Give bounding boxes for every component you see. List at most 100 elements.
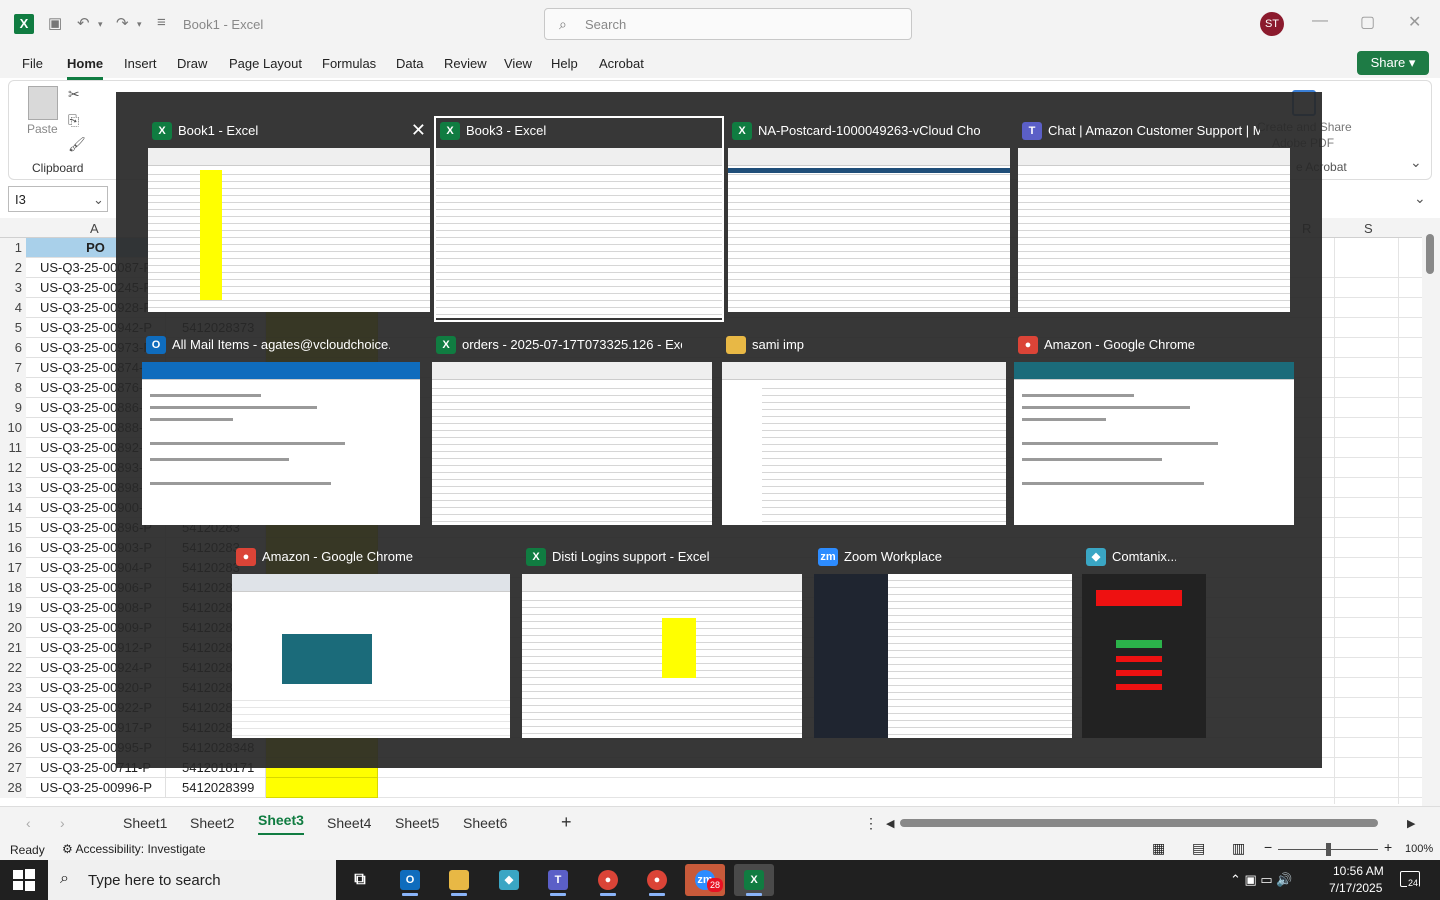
row-number[interactable]: 4 <box>0 298 26 318</box>
row-number[interactable]: 28 <box>0 778 26 798</box>
row-number[interactable]: 11 <box>0 438 26 458</box>
row-number[interactable]: 19 <box>0 598 26 618</box>
taskbar-chrome-1[interactable]: ● <box>588 864 628 896</box>
row-number[interactable]: 5 <box>0 318 26 338</box>
row-number[interactable]: 1 <box>0 238 26 258</box>
sheet-tab-1[interactable]: Sheet1 <box>123 815 167 831</box>
switcher-window[interactable]: T Chat | Amazon Customer Support | Mi... <box>1018 118 1290 314</box>
save-icon[interactable]: ▣ <box>48 14 62 32</box>
close-icon[interactable]: ✕ <box>411 120 426 141</box>
system-tray[interactable]: ⌃ ▣ ▭ 🔊 <box>1230 872 1292 888</box>
ribbon-collapse-icon[interactable]: ⌄ <box>1410 154 1422 171</box>
row-number[interactable]: 14 <box>0 498 26 518</box>
close-icon[interactable]: ✕ <box>1408 12 1421 32</box>
zoom-slider-thumb[interactable] <box>1326 843 1331 856</box>
menu-acrobat[interactable]: Acrobat <box>599 56 644 71</box>
menu-draw[interactable]: Draw <box>177 56 207 71</box>
menu-insert[interactable]: Insert <box>124 56 157 71</box>
share-button[interactable]: Share ▾ <box>1357 51 1429 75</box>
menu-help[interactable]: Help <box>551 56 578 71</box>
zoom-percentage[interactable]: 100% <box>1405 843 1433 855</box>
menu-home[interactable]: Home <box>67 56 104 80</box>
windows-start-icon[interactable] <box>12 868 36 892</box>
switcher-window[interactable]: X Book3 - Excel <box>434 116 724 322</box>
row-number[interactable]: 21 <box>0 638 26 658</box>
row-number[interactable]: 7 <box>0 358 26 378</box>
expand-formula-icon[interactable]: ⌄ <box>1414 190 1426 207</box>
row-number[interactable]: 27 <box>0 758 26 778</box>
accessibility-status[interactable]: ⚙ Accessibility: Investigate <box>62 842 206 856</box>
minimize-icon[interactable]: — <box>1312 12 1328 30</box>
taskbar-file-explorer[interactable] <box>439 864 479 896</box>
sheet-tab-2[interactable]: Sheet2 <box>190 815 234 831</box>
scroll-thumb[interactable] <box>1426 234 1434 274</box>
switcher-window[interactable]: X Book1 - Excel ✕ <box>148 118 430 314</box>
more-options-icon[interactable]: ⋮ <box>864 815 878 832</box>
cell-value[interactable]: 5412028399 <box>166 778 266 798</box>
row-number[interactable]: 17 <box>0 558 26 578</box>
switcher-window[interactable]: X Disti Logins support - Excel <box>522 544 802 740</box>
switcher-window[interactable]: ● Amazon - Google Chrome <box>232 544 510 740</box>
clock-date[interactable]: 7/17/2025 <box>1329 881 1382 895</box>
row-number[interactable]: 12 <box>0 458 26 478</box>
sheet-tab-4[interactable]: Sheet4 <box>327 815 371 831</box>
task-view-button[interactable]: ⧉ <box>340 864 380 896</box>
sheet-tab-3[interactable]: Sheet3 <box>258 812 304 835</box>
row-number[interactable]: 24 <box>0 698 26 718</box>
menu-file[interactable]: File <box>22 56 43 71</box>
copy-icon[interactable]: ⎘ <box>68 112 79 129</box>
paste-icon[interactable] <box>28 86 58 120</box>
row-number[interactable]: 2 <box>0 258 26 278</box>
switcher-window[interactable]: ● Amazon - Google Chrome <box>1014 332 1294 527</box>
row-number[interactable]: 16 <box>0 538 26 558</box>
switcher-window[interactable]: X NA-Postcard-1000049263-vCloud Choic... <box>728 118 1010 314</box>
column-header-a[interactable]: A <box>90 221 99 236</box>
row-number[interactable]: 23 <box>0 678 26 698</box>
column-header-s[interactable]: S <box>1364 221 1373 236</box>
clock-time[interactable]: 10:56 AM <box>1333 864 1384 878</box>
format-painter-icon[interactable]: 🖌 <box>68 136 86 153</box>
menu-view[interactable]: View <box>504 56 532 71</box>
row-number[interactable]: 26 <box>0 738 26 758</box>
switcher-window[interactable]: sami imp <box>722 332 1006 527</box>
row-number[interactable]: 22 <box>0 658 26 678</box>
vertical-scrollbar[interactable] <box>1422 218 1440 806</box>
maximize-icon[interactable]: ▢ <box>1360 12 1375 32</box>
menu-review[interactable]: Review <box>444 56 487 71</box>
row-number[interactable]: 25 <box>0 718 26 738</box>
row-number[interactable]: 20 <box>0 618 26 638</box>
horizontal-scroll-thumb[interactable] <box>900 819 1378 827</box>
row-number[interactable]: 13 <box>0 478 26 498</box>
undo-icon[interactable]: ↶ <box>77 14 90 32</box>
scroll-left-icon[interactable]: ◀ <box>886 817 894 830</box>
page-layout-view-icon[interactable]: ▤ <box>1192 840 1205 857</box>
zoom-out-icon[interactable]: − <box>1264 839 1272 855</box>
switcher-window[interactable]: O All Mail Items - agates@vcloudchoice.c.… <box>142 332 420 527</box>
cell-highlighted[interactable] <box>266 778 378 798</box>
user-avatar[interactable]: ST <box>1260 12 1284 36</box>
row-number[interactable]: 9 <box>0 398 26 418</box>
undo-dropdown-icon[interactable]: ▾ <box>98 19 103 30</box>
switcher-window[interactable]: zm Zoom Workplace <box>814 544 1072 740</box>
taskbar-excel[interactable]: X <box>734 864 774 896</box>
taskbar-chrome-2[interactable]: ● <box>637 864 677 896</box>
zoom-in-icon[interactable]: + <box>1384 839 1392 855</box>
taskbar-comtanix[interactable]: ◆ <box>489 864 529 896</box>
row-number[interactable]: 3 <box>0 278 26 298</box>
row-number[interactable]: 15 <box>0 518 26 538</box>
switcher-window[interactable]: Xorders - 2025-07-17T073325.126 - Excel <box>432 332 712 527</box>
normal-view-icon[interactable]: ▦ <box>1152 840 1165 857</box>
row-number[interactable]: 6 <box>0 338 26 358</box>
add-sheet-button[interactable]: + <box>561 812 572 833</box>
name-box[interactable]: I3 ⌄ <box>8 186 108 212</box>
sheet-tab-5[interactable]: Sheet5 <box>395 815 439 831</box>
paste-label[interactable]: Paste <box>27 122 58 136</box>
customize-qat-icon[interactable]: ≡ <box>157 14 166 31</box>
menu-page-layout[interactable]: Page Layout <box>229 56 302 71</box>
menu-data[interactable]: Data <box>396 56 423 71</box>
row-number[interactable]: 18 <box>0 578 26 598</box>
scroll-right-icon[interactable]: ▶ <box>1407 817 1415 830</box>
redo-dropdown-icon[interactable]: ▾ <box>137 19 142 30</box>
row-number[interactable]: 10 <box>0 418 26 438</box>
prev-sheet-icon[interactable]: ‹ <box>26 815 31 831</box>
